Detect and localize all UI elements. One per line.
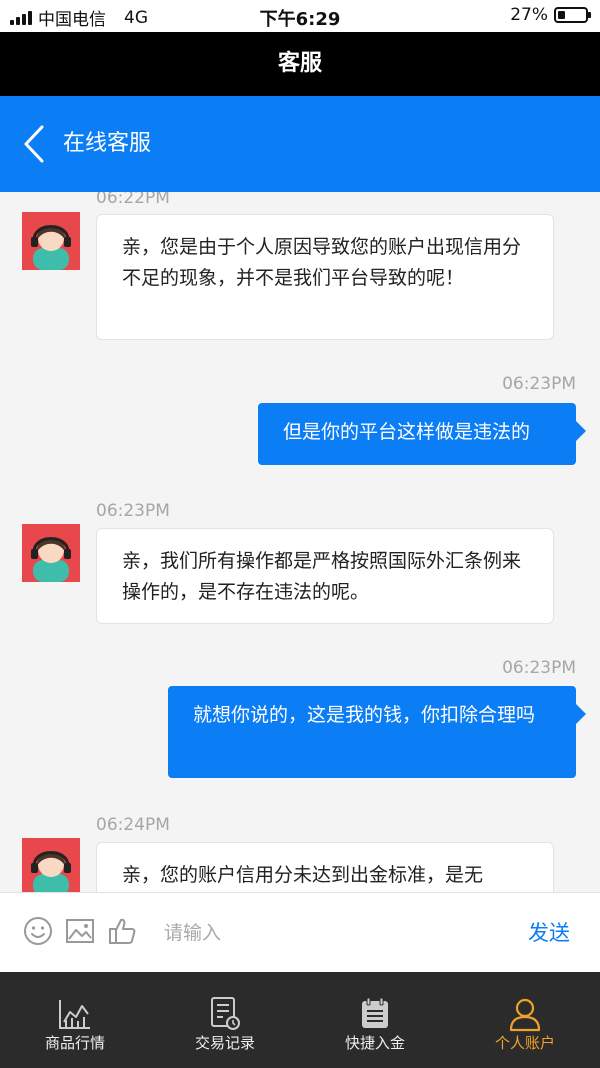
- emoji-icon[interactable]: [22, 915, 54, 947]
- tab-label: 个人账户: [494, 1034, 555, 1052]
- tab-account[interactable]: 个人账户: [450, 972, 600, 1068]
- tab-records[interactable]: 交易记录: [150, 972, 300, 1068]
- send-button[interactable]: 发送: [528, 893, 570, 973]
- agent-avatar-icon: [22, 524, 80, 582]
- tab-label: 交易记录: [194, 1034, 255, 1052]
- message-timestamp: 06:23PM: [502, 374, 576, 394]
- tab-quick-deposit[interactable]: 快捷入金: [300, 972, 450, 1068]
- calendar-icon: [362, 997, 388, 1028]
- message-bubble: 就想你说的，这是我的钱，你扣除合理吗: [168, 686, 586, 778]
- message-input[interactable]: [148, 901, 518, 965]
- tab-label: 商品行情: [44, 1034, 105, 1052]
- back-arrow-icon[interactable]: [20, 124, 50, 164]
- chart-icon: [59, 1000, 90, 1029]
- person-icon: [509, 998, 541, 1032]
- battery-percent: 27%: [510, 5, 548, 25]
- status-right: 27%: [510, 5, 591, 25]
- nav-title: 在线客服: [63, 131, 152, 156]
- record-icon: [211, 997, 240, 1030]
- chat-input-bar: 发送: [0, 892, 600, 972]
- chat-list[interactable]: 06:22PM 亲，您是由于个人原因导致您的账户出现信用分不足的现象，并不是我们…: [0, 192, 600, 892]
- battery-icon: [554, 7, 591, 23]
- nav-bar: 在线客服: [0, 96, 600, 192]
- message-bubble: 亲，您是由于个人原因导致您的账户出现信用分不足的现象，并不是我们平台导致的呢！: [96, 214, 554, 340]
- bottom-tab-bar: 商品行情 交易记录 快捷入金 个人账户: [0, 972, 600, 1068]
- agent-avatar-icon: [22, 838, 80, 892]
- image-icon[interactable]: [64, 915, 96, 947]
- page-title: 客服: [0, 32, 600, 96]
- message-bubble: 亲，您的账户信用分未达到出金标准，是无: [96, 842, 554, 892]
- message-timestamp: 06:23PM: [502, 658, 576, 678]
- message-bubble: 亲，我们所有操作都是严格按照国际外汇条例来操作的，是不存在违法的呢。: [96, 528, 554, 624]
- message-bubble: 但是你的平台这样做是违法的: [258, 403, 586, 465]
- message-timestamp: 06:22PM: [96, 192, 170, 208]
- message-timestamp: 06:23PM: [96, 501, 170, 521]
- thumbs-up-icon[interactable]: [106, 915, 138, 947]
- tab-market[interactable]: 商品行情: [0, 972, 150, 1068]
- message-timestamp: 06:24PM: [96, 815, 170, 835]
- status-bar: 中国电信 4G 下午6:29 27%: [0, 0, 600, 32]
- tab-label: 快捷入金: [344, 1034, 405, 1052]
- agent-avatar-icon: [22, 212, 80, 270]
